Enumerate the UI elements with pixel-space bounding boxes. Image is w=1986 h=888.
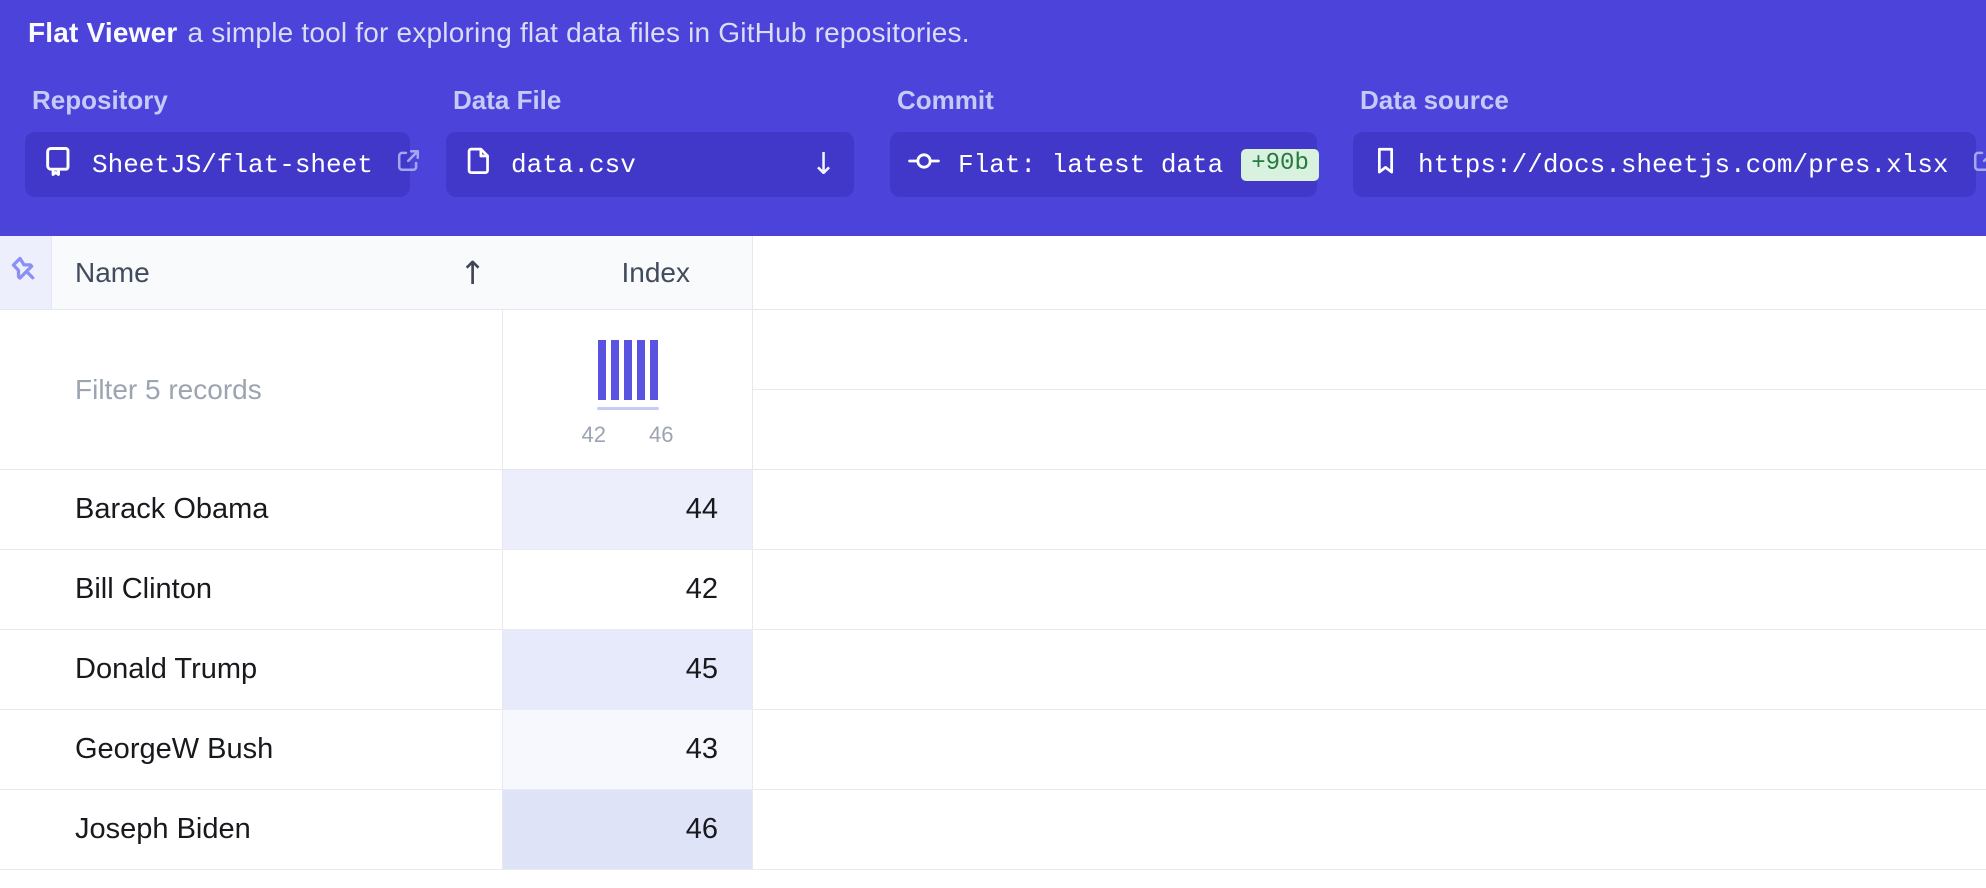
commit-message: Flat: latest data xyxy=(958,150,1223,180)
name-cell[interactable]: Bill Clinton xyxy=(0,550,502,629)
table-row[interactable]: Bill Clinton 42 xyxy=(0,550,1986,630)
histogram-min-tick: 42 xyxy=(582,422,606,448)
name-cell[interactable]: Joseph Biden xyxy=(0,790,502,869)
column-header-index[interactable]: Index xyxy=(502,236,753,309)
name-cell[interactable]: Barack Obama xyxy=(0,470,502,549)
diff-size-badge: +90b xyxy=(1241,149,1319,181)
data-source-value: https://docs.sheetjs.com/pres.xlsx xyxy=(1418,150,1949,180)
row-empty-space xyxy=(753,630,1986,709)
data-source-label: Data source xyxy=(1360,85,1976,116)
histogram-max-tick: 46 xyxy=(649,422,673,448)
index-cell[interactable]: 46 xyxy=(502,790,753,869)
column-title-index: Index xyxy=(622,257,691,289)
topbar: Flat Viewer a simple tool for exploring f… xyxy=(0,0,1986,236)
app-name: Flat Viewer xyxy=(28,17,178,48)
index-cell[interactable]: 44 xyxy=(502,470,753,549)
table-row[interactable]: Donald Trump 45 xyxy=(0,630,1986,710)
bookmark-icon xyxy=(1371,146,1400,183)
external-link-icon xyxy=(395,147,422,182)
table-row[interactable]: GeorgeW Bush 43 xyxy=(0,710,1986,790)
histogram-bar xyxy=(624,340,632,400)
data-file-value: data.csv xyxy=(511,150,636,180)
file-icon xyxy=(464,146,493,183)
download-arrow-icon: ↓ xyxy=(811,147,836,182)
data-file-control: Data File data.csv ↓ xyxy=(446,85,854,197)
external-link-icon xyxy=(1971,147,1986,182)
name-filter-cell xyxy=(0,310,502,469)
sort-ascending-icon[interactable]: ↑ xyxy=(459,254,486,292)
column-title-name: Name xyxy=(75,257,150,289)
repo-icon xyxy=(43,145,74,184)
histogram-range-track[interactable] xyxy=(597,407,659,410)
row-empty-space xyxy=(753,470,1986,549)
sticky-column-toggle[interactable] xyxy=(0,236,52,309)
repository-label: Repository xyxy=(32,85,410,116)
flat-viewer-app: Flat Viewer a simple tool for exploring f… xyxy=(0,0,1986,888)
repository-value: SheetJS/flat-sheet xyxy=(92,150,373,180)
filter-row: 42 46 xyxy=(0,310,1986,470)
row-empty-space xyxy=(753,550,1986,629)
row-empty-space xyxy=(753,790,1986,869)
repository-button[interactable]: SheetJS/flat-sheet xyxy=(25,132,410,197)
table-row[interactable]: Joseph Biden 46 xyxy=(0,790,1986,870)
header-controls: Repository SheetJS/flat-sheet xyxy=(25,85,1986,197)
page-title: Flat Viewer a simple tool for exploring f… xyxy=(28,17,1986,49)
data-file-label: Data File xyxy=(453,85,854,116)
repository-control: Repository SheetJS/flat-sheet xyxy=(25,85,410,197)
histogram-bar xyxy=(637,340,645,400)
filter-input[interactable] xyxy=(0,310,502,469)
histogram-bar xyxy=(611,340,619,400)
empty-grid-line xyxy=(753,310,1986,390)
index-cell[interactable]: 42 xyxy=(502,550,753,629)
index-cell[interactable]: 45 xyxy=(502,630,753,709)
data-grid: Name ↑ Index 4 xyxy=(0,236,1986,870)
header-empty-space xyxy=(753,236,1986,309)
histogram-bar xyxy=(598,340,606,400)
table-row[interactable]: Barack Obama 44 xyxy=(0,470,1986,550)
data-file-select[interactable]: data.csv ↓ xyxy=(446,132,854,197)
grid-header-row: Name ↑ Index xyxy=(0,236,1986,310)
row-empty-space xyxy=(753,710,1986,789)
commit-button[interactable]: Flat: latest data +90b xyxy=(890,132,1317,197)
name-cell[interactable]: GeorgeW Bush xyxy=(0,710,502,789)
index-cell[interactable]: 43 xyxy=(502,710,753,789)
index-histogram[interactable] xyxy=(598,340,658,400)
histogram-bar xyxy=(650,340,658,400)
data-source-control: Data source https://docs.sheetjs.com/pre… xyxy=(1353,85,1976,197)
column-header-name[interactable]: Name ↑ xyxy=(52,236,502,309)
index-histogram-cell[interactable]: 42 46 xyxy=(502,310,753,469)
filter-empty-space xyxy=(753,310,1986,469)
commit-icon xyxy=(908,145,940,185)
commit-label: Commit xyxy=(897,85,1317,116)
histogram-ticks: 42 46 xyxy=(582,422,674,448)
app-tagline: a simple tool for exploring flat data fi… xyxy=(188,17,970,48)
commit-control: Commit Flat: latest data +90b xyxy=(890,85,1317,197)
pin-icon xyxy=(10,255,41,291)
name-cell[interactable]: Donald Trump xyxy=(0,630,502,709)
data-source-button[interactable]: https://docs.sheetjs.com/pres.xlsx xyxy=(1353,132,1976,197)
